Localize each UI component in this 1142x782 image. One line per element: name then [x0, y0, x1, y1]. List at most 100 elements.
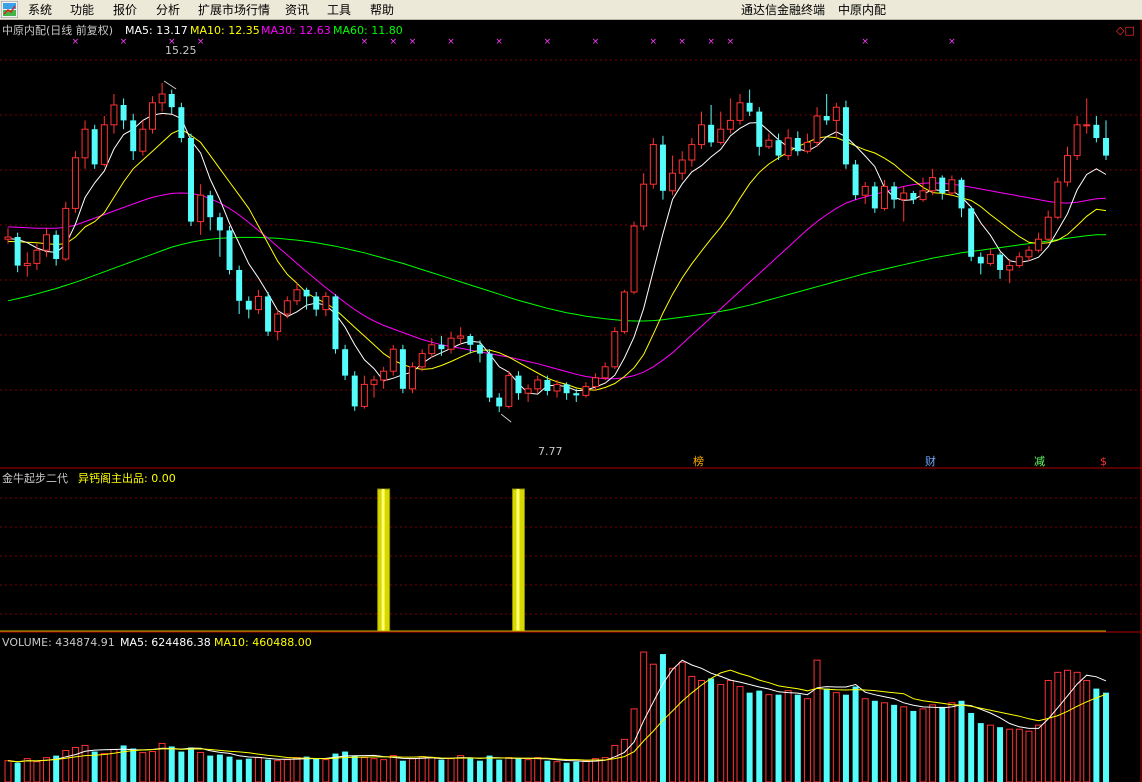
- volume-bar: [1083, 679, 1091, 782]
- candle-body: [236, 270, 243, 301]
- top-cross-marker: ×: [389, 37, 397, 47]
- candle-body: [1054, 181, 1062, 218]
- menu-system[interactable]: 系统: [28, 2, 52, 18]
- menu-analysis[interactable]: 分析: [156, 2, 180, 18]
- candle: [360, 375, 368, 409]
- candle: [110, 94, 118, 134]
- candle-body: [717, 128, 725, 143]
- top-cross-marker: ×: [592, 37, 600, 47]
- candle: [708, 105, 715, 147]
- menu-quotes[interactable]: 报价: [113, 2, 137, 18]
- candle: [81, 120, 89, 169]
- candle-body: [910, 193, 917, 200]
- chart-area[interactable]: × × × × × × × × × × × × × × × × ×: [0, 20, 1142, 782]
- candle-body: [948, 179, 956, 194]
- high-pointer: [163, 80, 177, 90]
- indicator-signal-label: 异钙阁主出品: 0.00: [78, 472, 176, 485]
- volume-bar: [939, 706, 946, 782]
- volume-bar: [428, 757, 436, 782]
- candle: [351, 371, 358, 411]
- top-cross-marker: ×: [678, 37, 686, 47]
- candle: [1093, 116, 1100, 143]
- candle: [620, 289, 628, 334]
- candle: [43, 228, 51, 257]
- candle: [1025, 245, 1033, 262]
- volume-bar: [1073, 671, 1081, 782]
- volume-bar: [929, 704, 937, 782]
- marker-dollar[interactable]: $: [1100, 455, 1107, 468]
- candle-body: [736, 102, 744, 121]
- volume-bar: [746, 692, 753, 782]
- candle: [226, 226, 233, 275]
- candle-body: [891, 186, 898, 200]
- candle: [688, 138, 696, 167]
- volume-bar: [1063, 669, 1071, 782]
- volume-bar: [823, 688, 830, 782]
- candle-body: [573, 393, 580, 396]
- volume-bar: [997, 727, 1004, 782]
- candle: [823, 94, 830, 125]
- top-cross-marker: ×: [544, 37, 552, 47]
- ma5-label: MA5: 13.17: [125, 24, 188, 37]
- candle: [977, 252, 984, 275]
- volume-bar: [544, 760, 551, 782]
- menu-tools[interactable]: 工具: [327, 2, 351, 18]
- volume-bar: [958, 700, 965, 782]
- top-cross-marker: ×: [727, 37, 735, 47]
- candle-body: [313, 296, 320, 310]
- marker-finance[interactable]: 财: [925, 455, 936, 468]
- menu-extended-market[interactable]: 扩展市场行情: [198, 2, 270, 18]
- app-title: 通达信金融终端: [741, 3, 826, 17]
- candle: [534, 375, 542, 394]
- candle: [14, 232, 21, 273]
- candle-body: [678, 159, 686, 174]
- candle-body: [62, 207, 70, 260]
- volume-bar: [573, 761, 580, 782]
- volume-bar: [139, 752, 147, 782]
- candle-body: [1093, 124, 1100, 138]
- candle: [880, 179, 888, 211]
- candle-body: [130, 120, 137, 152]
- volume-bar: [283, 759, 291, 782]
- app-logo-icon[interactable]: [1, 1, 18, 18]
- moving-average-lines: [7, 112, 1107, 395]
- candle: [265, 292, 272, 336]
- candle-body: [486, 353, 493, 398]
- candle-body: [515, 375, 522, 394]
- volume-bar: [380, 759, 388, 782]
- candle: [900, 186, 908, 222]
- candle: [669, 155, 677, 196]
- candle-body: [534, 379, 542, 390]
- marker-reduce[interactable]: 减: [1034, 455, 1045, 468]
- candle-body: [168, 94, 175, 108]
- indicator-name: 金牛起步二代: [2, 472, 68, 485]
- candle: [1015, 252, 1023, 268]
- volume-bar: [563, 762, 570, 782]
- candle-body: [1083, 124, 1091, 127]
- candle-body: [158, 93, 166, 104]
- candle-body: [33, 249, 41, 264]
- candle: [139, 120, 147, 156]
- volume-bar: [226, 756, 233, 782]
- candle-body: [360, 383, 368, 407]
- volume-bar: [852, 686, 859, 782]
- volume-bar: [1044, 679, 1052, 782]
- panel-options-icon[interactable]: ◇□: [1116, 24, 1135, 37]
- volume-bar: [120, 745, 127, 782]
- candle-body: [708, 124, 715, 143]
- candle-body: [139, 128, 147, 152]
- candle: [332, 294, 339, 354]
- candle: [313, 292, 320, 317]
- candle: [640, 173, 648, 231]
- candle: [120, 98, 127, 130]
- candle-body: [553, 383, 561, 392]
- candle: [33, 243, 41, 270]
- menu-help[interactable]: 帮助: [370, 2, 394, 18]
- menu-functions[interactable]: 功能: [70, 2, 94, 18]
- volume-bar: [265, 759, 272, 782]
- menu-news[interactable]: 资讯: [285, 2, 309, 18]
- candle: [293, 283, 301, 306]
- marker-rank[interactable]: 榜: [693, 455, 704, 468]
- candle-body: [1035, 238, 1043, 251]
- candle-body: [958, 179, 965, 209]
